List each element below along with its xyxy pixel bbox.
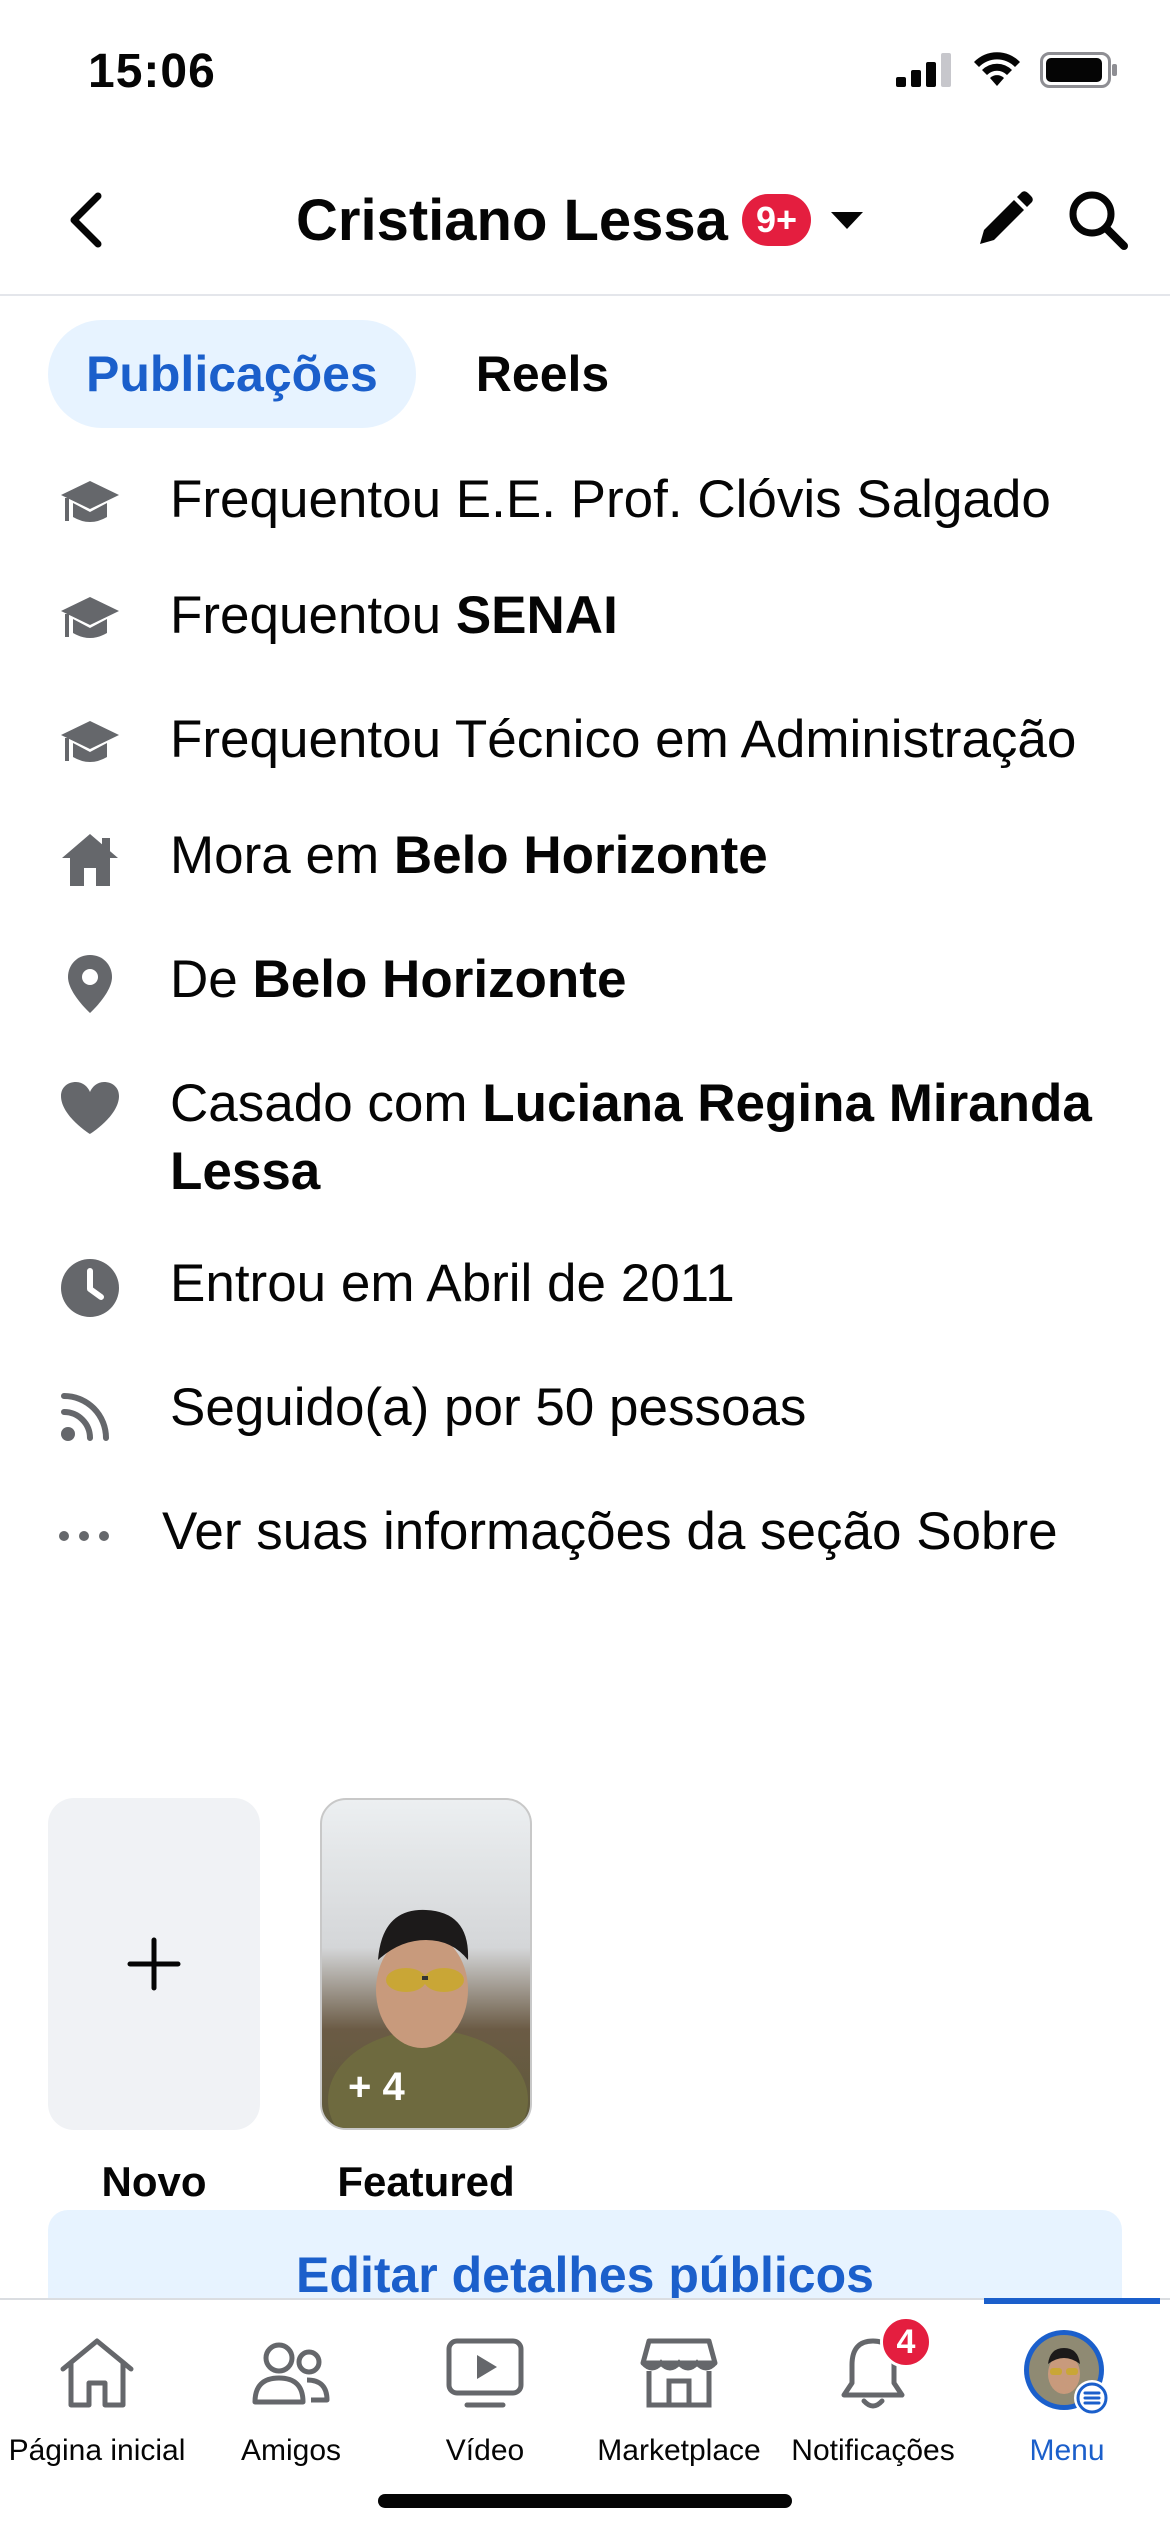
- marketplace-icon: [634, 2328, 724, 2418]
- nav-video[interactable]: Vídeo: [385, 2328, 585, 2468]
- friends-icon: [246, 2328, 336, 2418]
- featured-highlights: Novo + 4 Featured: [48, 1798, 532, 2206]
- new-highlight-card[interactable]: [48, 1798, 260, 2130]
- search-button[interactable]: [1060, 182, 1136, 258]
- nav-menu[interactable]: Menu: [967, 2328, 1167, 2468]
- intro-details-list: Frequentou E.E. Prof. Clóvis Salgado Fre…: [56, 466, 1126, 1570]
- info-row-school-1: Frequentou E.E. Prof. Clóvis Salgado: [56, 466, 1126, 538]
- info-row-see-about[interactable]: Ver suas informações da seção Sobre: [56, 1498, 1126, 1570]
- nav-friends-label: Amigos: [240, 2434, 342, 2467]
- notification-badge: 9+: [741, 194, 811, 246]
- heart-icon: [56, 1074, 124, 1142]
- info-row-relationship: Casado com Luciana Regina Miranda Lessa: [56, 1070, 1126, 1206]
- edit-button[interactable]: [966, 182, 1042, 258]
- nav-menu-label: Menu: [1029, 2434, 1105, 2467]
- info-row-school-3: Frequentou Técnico em Administração: [56, 706, 1126, 778]
- nav-friends[interactable]: Amigos: [191, 2328, 391, 2468]
- bell-icon: 4: [828, 2316, 932, 2418]
- info-text: Seguido(a) por 50 pessoas: [170, 1378, 807, 1437]
- info-text: Mora em Belo Horizonte: [170, 826, 768, 885]
- rss-icon: [56, 1378, 124, 1446]
- profile-tabs: Publicações Reels: [48, 320, 647, 428]
- featured-highlight[interactable]: + 4 Featured: [320, 1798, 532, 2206]
- status-time: 15:06: [88, 45, 216, 98]
- featured-highlight-card[interactable]: + 4: [320, 1798, 532, 2130]
- nav-home[interactable]: Página inicial: [0, 2328, 197, 2468]
- hometown-link[interactable]: Belo Horizonte: [252, 950, 626, 1009]
- status-bar: 15:06: [0, 0, 1170, 150]
- notifications-badge: 4: [880, 2316, 932, 2368]
- school-link[interactable]: SENAI: [456, 586, 618, 645]
- graduation-cap-icon: [56, 710, 124, 778]
- caret-down-icon: [831, 211, 863, 229]
- wifi-icon: [974, 52, 1020, 86]
- home-icon: [56, 826, 124, 894]
- tab-publicacoes[interactable]: Publicações: [48, 320, 416, 428]
- back-button[interactable]: [46, 180, 126, 260]
- clock-icon: [56, 1254, 124, 1322]
- home-indicator[interactable]: [378, 2494, 792, 2508]
- chevron-left-icon: [70, 192, 102, 248]
- nav-notifications-label: Notificações: [791, 2434, 955, 2467]
- info-row-current-city: Mora em Belo Horizonte: [56, 822, 1126, 894]
- active-tab-indicator: [984, 2298, 1160, 2304]
- info-text: Frequentou E.E. Prof. Clóvis Salgado: [170, 470, 1051, 529]
- battery-icon: [1040, 52, 1117, 88]
- nav-video-label: Vídeo: [445, 2434, 525, 2467]
- graduation-cap-icon: [56, 586, 124, 654]
- new-highlight-label: Novo: [101, 2158, 207, 2205]
- info-text: Frequentou Técnico em Administração: [170, 710, 1077, 769]
- location-pin-icon: [56, 950, 124, 1018]
- profile-switcher[interactable]: Cristiano Lessa 9+: [296, 184, 863, 256]
- cellular-signal-icon: [896, 53, 951, 87]
- avatar-menu-icon: [1022, 2328, 1112, 2418]
- tab-reels[interactable]: Reels: [438, 320, 647, 428]
- graduation-cap-icon: [56, 470, 124, 538]
- new-highlight[interactable]: Novo: [48, 1798, 260, 2206]
- nav-notifications[interactable]: 4 Notificações: [773, 2316, 973, 2468]
- nav-marketplace-label: Marketplace: [597, 2434, 761, 2467]
- home-outline-icon: [52, 2328, 142, 2418]
- info-row-followers[interactable]: Seguido(a) por 50 pessoas: [56, 1374, 1126, 1446]
- info-text: Casado com Luciana Regina Miranda Lessa: [170, 1074, 1092, 1201]
- more-dots-icon: [56, 1502, 112, 1570]
- nav-home-label: Página inicial: [8, 2434, 186, 2467]
- status-icons: [896, 52, 1118, 88]
- featured-count: + 4: [348, 2065, 405, 2109]
- page-title: Cristiano Lessa: [296, 187, 728, 253]
- info-text: Entrou em Abril de 2011: [170, 1254, 735, 1313]
- search-icon: [1069, 191, 1128, 250]
- info-text: Frequentou SENAI: [170, 586, 618, 645]
- info-text: De Belo Horizonte: [170, 950, 627, 1009]
- plus-icon: [127, 1937, 181, 1991]
- current-city-link[interactable]: Belo Horizonte: [394, 826, 768, 885]
- video-icon: [440, 2328, 530, 2418]
- info-row-joined: Entrou em Abril de 2011: [56, 1250, 1126, 1322]
- nav-marketplace[interactable]: Marketplace: [579, 2328, 779, 2468]
- featured-highlight-label: Featured: [337, 2158, 515, 2205]
- info-row-school-2: Frequentou SENAI: [56, 582, 1126, 654]
- info-text: Ver suas informações da seção Sobre: [162, 1502, 1058, 1561]
- pencil-icon: [980, 191, 1033, 244]
- info-row-hometown: De Belo Horizonte: [56, 946, 1126, 1018]
- profile-header: Cristiano Lessa 9+: [0, 150, 1170, 296]
